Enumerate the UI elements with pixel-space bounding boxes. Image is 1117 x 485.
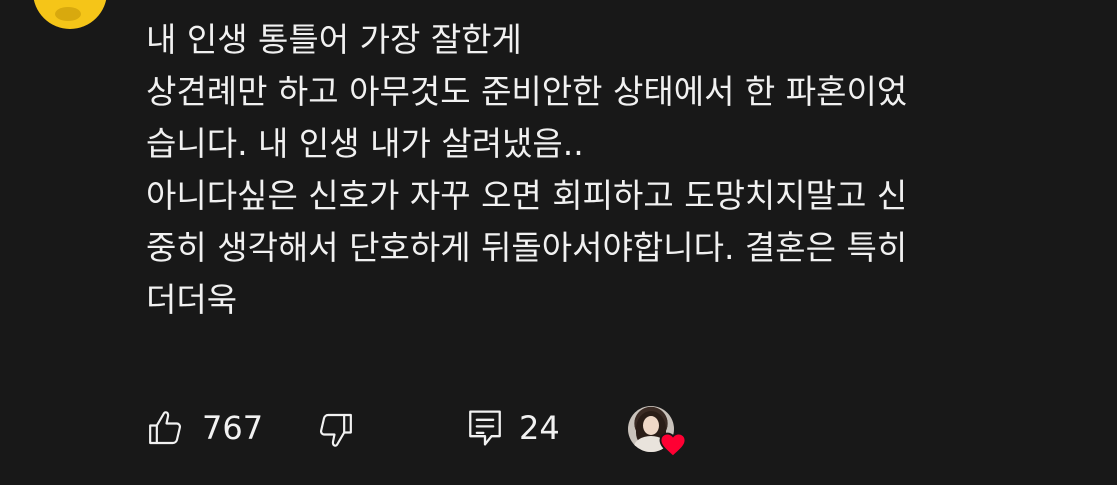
comment-line: 내 인생 통틀어 가장 잘한게 — [146, 20, 522, 59]
comment-icon — [469, 410, 501, 446]
replies-button[interactable]: 24 — [467, 408, 560, 448]
commenter-avatar[interactable] — [33, 0, 107, 29]
avatar-face — [643, 416, 659, 435]
comment-actions: 767 24 — [0, 400, 1117, 460]
comment-line: 아니다싶은 신호가 자꾸 오면 회피하고 도망치지말고 신 — [146, 176, 908, 215]
comment-text: 내 인생 통틀어 가장 잘한게 상견례만 하고 아무것도 준비안한 상태에서 한… — [146, 14, 1086, 326]
reply-count: 24 — [519, 409, 560, 447]
comment-line: 상견례만 하고 아무것도 준비안한 상태에서 한 파혼이었 — [146, 72, 908, 111]
dislike-button[interactable] — [315, 410, 355, 450]
thumbs-down-icon — [319, 413, 352, 447]
heart-icon — [659, 432, 687, 458]
avatar-detail — [55, 7, 81, 21]
comment-line: 더더욱 — [146, 280, 238, 319]
like-count: 767 — [202, 409, 264, 447]
comment-line: 습니다. 내 인생 내가 살려냈음.. — [146, 124, 584, 163]
creator-heart-badge — [628, 406, 688, 462]
like-button[interactable]: 767 — [146, 408, 263, 448]
thumbs-up-icon — [149, 411, 182, 445]
comment-line: 중히 생각해서 단호하게 뒤돌아서야합니다. 결혼은 특히 — [146, 228, 908, 267]
